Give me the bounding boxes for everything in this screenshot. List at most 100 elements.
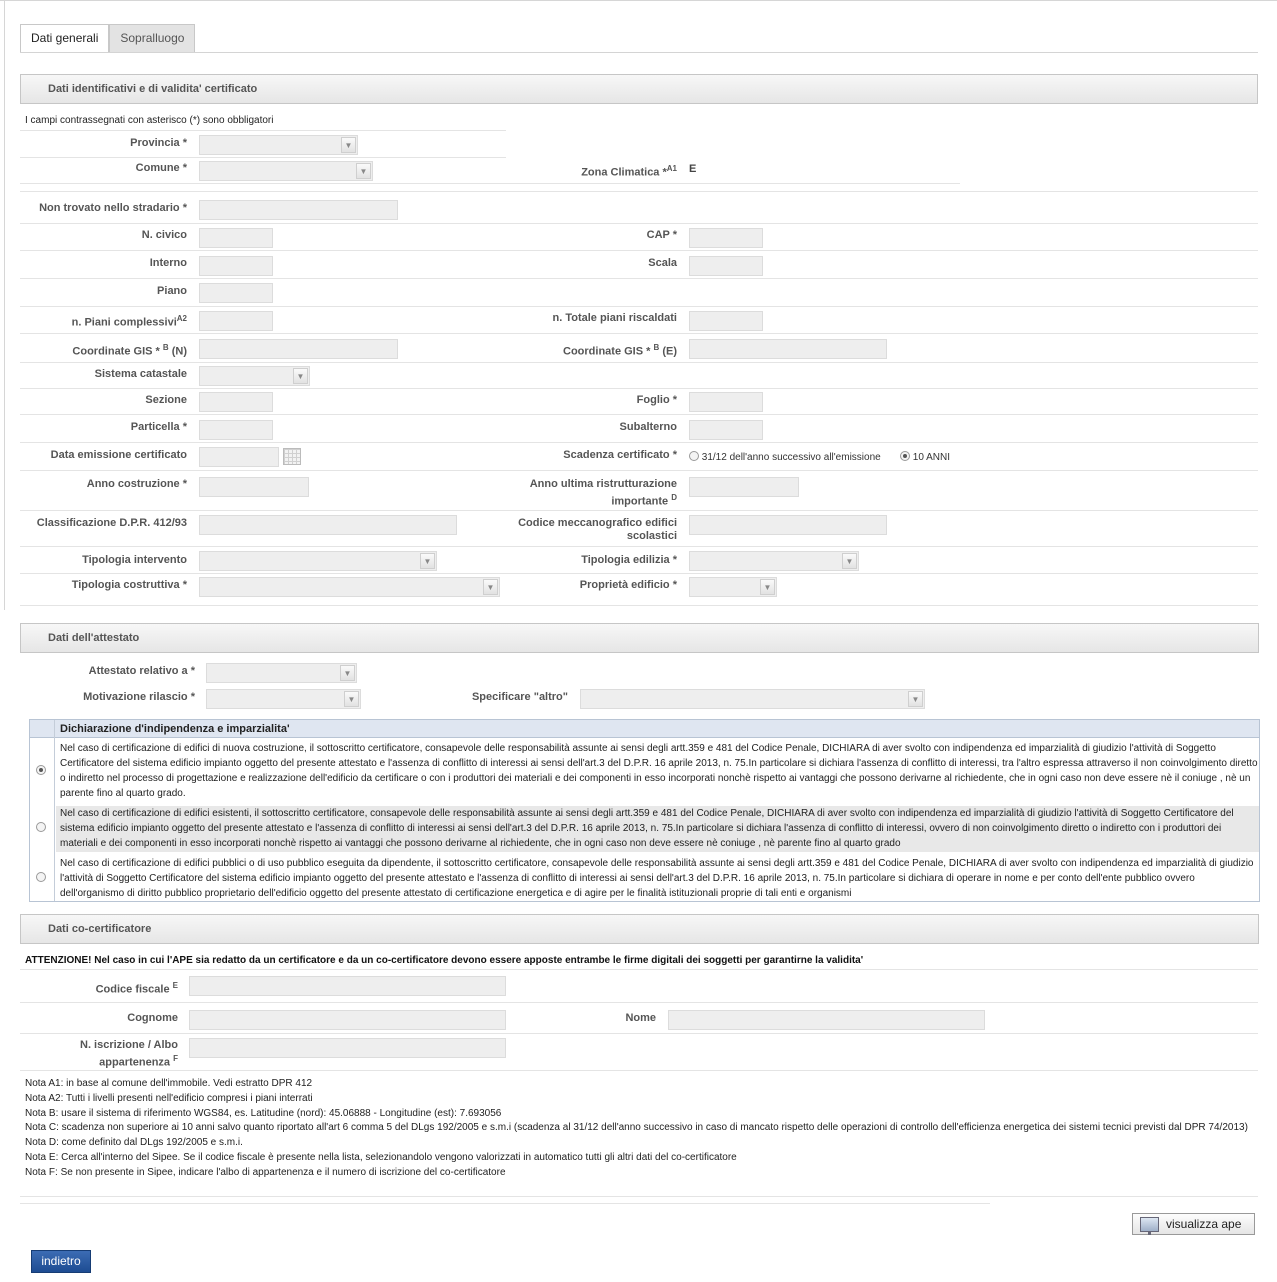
piani-complessivi-text: n. Piani complessivi bbox=[71, 316, 177, 329]
scadenza-option-1-label: 31/12 dell'anno successivo all'emissione bbox=[701, 452, 881, 463]
cognome-input[interactable] bbox=[189, 1010, 506, 1030]
chevron-down-icon: ▼ bbox=[344, 691, 359, 707]
codice-meccanografico-line1: Codice meccanografico edifici bbox=[518, 517, 677, 529]
anno-ristrutturazione-input[interactable] bbox=[689, 477, 799, 497]
row-divider bbox=[20, 388, 1258, 389]
declaration-row-2: Nel caso di certificazione di edifici es… bbox=[56, 806, 1259, 852]
tipologia-edilizia-label: Tipologia edilizia * bbox=[581, 554, 677, 566]
row-divider bbox=[20, 414, 1258, 415]
data-emissione-label: Data emissione certificato bbox=[50, 449, 187, 461]
motivazione-select[interactable]: ▼ bbox=[206, 689, 361, 709]
scadenza-option-2[interactable]: 10 ANNI bbox=[900, 451, 950, 463]
codice-meccanografico-input[interactable] bbox=[689, 515, 887, 535]
coordinate-n-footnote: B bbox=[162, 343, 169, 352]
section-header-co-certificatore: Dati co-certificatore bbox=[20, 914, 1259, 944]
attestato-relativo-select[interactable]: ▼ bbox=[206, 663, 357, 683]
tipologia-intervento-select[interactable]: ▼ bbox=[199, 551, 437, 571]
chevron-down-icon: ▼ bbox=[356, 163, 371, 179]
classificazione-label: Classificazione D.P.R. 412/93 bbox=[36, 517, 187, 529]
n-civico-input[interactable] bbox=[199, 228, 273, 248]
iscrizione-albo-line2: appartenenza bbox=[99, 1056, 171, 1069]
note-a2: Nota A2: Tutti i livelli presenti nell'e… bbox=[25, 1092, 313, 1104]
subalterno-input[interactable] bbox=[689, 420, 763, 440]
interno-input[interactable] bbox=[199, 256, 273, 276]
row-divider bbox=[20, 1033, 1258, 1034]
coordinate-e-suffix: (E) bbox=[662, 345, 677, 358]
classificazione-input[interactable] bbox=[199, 515, 457, 535]
attestato-relativo-label: Attestato relativo a * bbox=[88, 665, 195, 677]
nome-input[interactable] bbox=[668, 1010, 985, 1030]
coordinate-e-text: Coordinate GIS * bbox=[563, 345, 651, 358]
data-emissione-input[interactable] bbox=[199, 447, 279, 467]
interno-label: Interno bbox=[149, 257, 187, 269]
coordinate-e-input[interactable] bbox=[689, 339, 887, 359]
radio-selected-icon[interactable] bbox=[900, 451, 910, 461]
row-divider bbox=[20, 546, 1258, 547]
note-c: Nota C: scadenza non superiore ai 10 ann… bbox=[25, 1122, 1248, 1134]
tipologia-costruttiva-select[interactable]: ▼ bbox=[199, 577, 500, 597]
coordinate-e-label: Coordinate GIS * B (E) bbox=[520, 341, 677, 359]
provincia-select[interactable]: ▼ bbox=[199, 135, 358, 155]
declaration-radio-2[interactable] bbox=[36, 822, 46, 832]
particella-input[interactable] bbox=[199, 420, 273, 440]
section-header-dati-identificativi: Dati identificativi e di validita' certi… bbox=[20, 74, 1258, 104]
visualizza-ape-button[interactable]: visualizza ape bbox=[1132, 1213, 1255, 1235]
row-divider bbox=[20, 573, 1258, 574]
row-divider bbox=[20, 183, 960, 184]
indietro-button[interactable]: indietro bbox=[31, 1250, 91, 1273]
row-divider bbox=[20, 130, 506, 131]
proprieta-edificio-select[interactable]: ▼ bbox=[689, 577, 777, 597]
iscrizione-albo-input[interactable] bbox=[189, 1038, 506, 1058]
sezione-input[interactable] bbox=[199, 392, 273, 412]
tab-dati-generali[interactable]: Dati generali bbox=[20, 24, 110, 52]
piano-input[interactable] bbox=[199, 283, 273, 303]
codice-fiscale-input[interactable] bbox=[189, 976, 506, 996]
comune-select[interactable]: ▼ bbox=[199, 161, 373, 181]
cap-input[interactable] bbox=[689, 228, 763, 248]
non-trovato-input[interactable] bbox=[199, 200, 398, 220]
row-divider bbox=[20, 223, 1258, 224]
visualizza-ape-label: visualizza ape bbox=[1166, 1217, 1242, 1231]
row-divider bbox=[20, 278, 1258, 279]
note-a1: Nota A1: in base al comune dell'immobile… bbox=[25, 1078, 313, 1089]
row-divider bbox=[20, 1196, 1258, 1197]
zona-climatica-footnote: A1 bbox=[666, 164, 677, 173]
coordinate-n-input[interactable] bbox=[199, 339, 398, 359]
sistema-catastale-label: Sistema catastale bbox=[94, 368, 187, 380]
chevron-down-icon: ▼ bbox=[293, 368, 308, 384]
codice-meccanografico-label: Codice meccanografico edifici scolastici bbox=[500, 517, 677, 543]
tab-sopralluogo[interactable]: Sopralluogo bbox=[109, 24, 196, 52]
proprieta-edificio-label: Proprietà edificio * bbox=[579, 579, 677, 591]
row-divider bbox=[20, 250, 1258, 251]
piani-riscaldati-input[interactable] bbox=[689, 311, 763, 331]
coordinate-n-suffix: (N) bbox=[171, 345, 187, 358]
scala-input[interactable] bbox=[689, 256, 763, 276]
calendar-icon[interactable] bbox=[283, 448, 301, 465]
row-divider bbox=[20, 470, 1258, 471]
declaration-radio-3[interactable] bbox=[36, 872, 46, 882]
row-divider bbox=[20, 333, 1258, 334]
specificare-altro-select[interactable]: ▼ bbox=[580, 689, 925, 709]
foglio-input[interactable] bbox=[689, 392, 763, 412]
radio-icon[interactable] bbox=[689, 451, 699, 461]
zona-climatica-value: E bbox=[689, 163, 697, 175]
codice-fiscale-footnote: E bbox=[172, 981, 178, 990]
tipologia-edilizia-select[interactable]: ▼ bbox=[689, 551, 859, 571]
piani-complessivi-input[interactable] bbox=[199, 311, 273, 331]
declaration-radio-1[interactable] bbox=[36, 765, 46, 775]
codice-fiscale-text: Codice fiscale bbox=[95, 983, 170, 996]
zona-climatica-text: Zona Climatica * bbox=[581, 166, 667, 179]
sistema-catastale-select[interactable]: ▼ bbox=[199, 366, 310, 386]
footnotes: Nota A1: in base al comune dell'immobile… bbox=[25, 1077, 1255, 1181]
anno-costruzione-input[interactable] bbox=[199, 477, 309, 497]
frame-top-border bbox=[0, 0, 1277, 1]
specificare-altro-label: Specificare "altro" bbox=[471, 691, 568, 703]
coordinate-n-label: Coordinate GIS * B (N) bbox=[20, 341, 187, 359]
row-divider bbox=[20, 1203, 990, 1204]
iscrizione-albo-line1: N. iscrizione / Albo bbox=[80, 1039, 178, 1051]
scadenza-option-1[interactable]: 31/12 dell'anno successivo all'emissione bbox=[689, 451, 881, 463]
tipologia-intervento-label: Tipologia intervento bbox=[82, 554, 187, 566]
chevron-down-icon: ▼ bbox=[908, 691, 923, 707]
scadenza-option-2-label: 10 ANNI bbox=[912, 452, 951, 463]
note-e: Nota E: Cerca all'interno del Sipee. Se … bbox=[25, 1151, 737, 1163]
